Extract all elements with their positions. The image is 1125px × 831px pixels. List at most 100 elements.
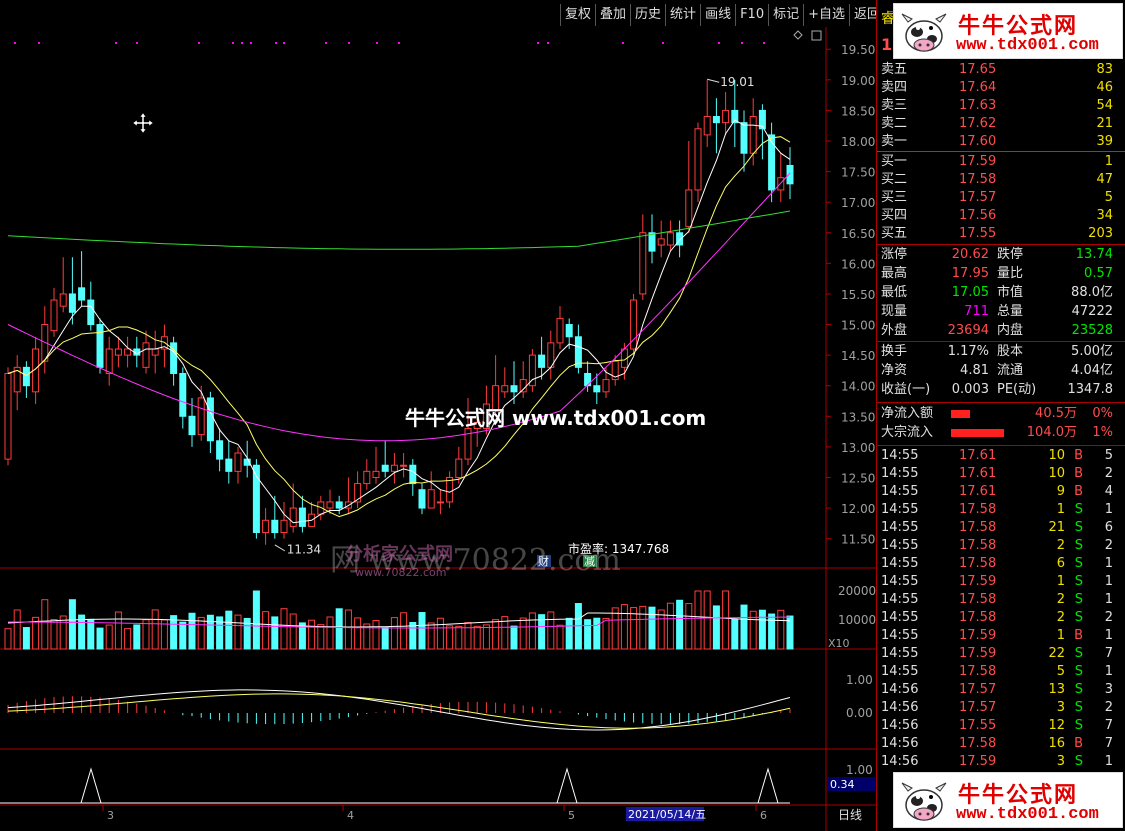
sell-volume: 54 [1096, 98, 1113, 113]
candle-body [565, 324, 573, 338]
toolbar-button-2[interactable]: 历史 [630, 4, 665, 26]
volume-bar [740, 604, 748, 650]
candle-body [105, 348, 113, 374]
flow-label: 净流入额 [881, 406, 934, 421]
tick-volume: 2 [1056, 592, 1065, 607]
volume-unit: X10 [828, 637, 850, 650]
tick-direction: B [1074, 484, 1083, 499]
signal-dot [537, 42, 539, 44]
tick-price: 17.58 [959, 502, 997, 517]
tick-price: 17.58 [959, 556, 997, 571]
signal-peak [757, 767, 779, 804]
volume-bar [372, 620, 380, 650]
toolbar-button-0[interactable]: 复权 [560, 4, 595, 26]
ma60-line [7, 172, 791, 442]
tick-direction: S [1074, 646, 1083, 661]
volume-bar [722, 590, 730, 650]
candle-body [703, 116, 711, 136]
candle-body [510, 385, 518, 393]
flow-bar [951, 410, 970, 418]
volume-bar [602, 617, 610, 650]
volume-bar [179, 621, 187, 650]
price-axis-label: 11.50 [841, 533, 875, 547]
volume-bar [188, 612, 196, 650]
tick-row: 14:56 17.57 3 S 2 [881, 699, 1117, 717]
signal-dot [763, 42, 765, 44]
buy-volume: 5 [1104, 190, 1113, 205]
buy-volume: 203 [1088, 226, 1113, 241]
tick-price: 17.58 [959, 664, 997, 679]
signal-dot [115, 42, 117, 44]
toolbar-button-3[interactable]: 统计 [665, 4, 700, 26]
candle-body [216, 440, 224, 460]
tick-count: 1 [1104, 664, 1113, 679]
tick-count: 1 [1104, 592, 1113, 607]
sell-price: 17.65 [959, 62, 997, 77]
tick-price: 17.59 [959, 574, 997, 589]
macd-dif-line [7, 689, 791, 731]
volume-bar [611, 607, 619, 650]
sell-price: 17.63 [959, 98, 997, 113]
candle-body [124, 348, 132, 356]
stat-row: 最高 17.95 量比 0.57 [881, 265, 1117, 283]
candle-body [685, 189, 693, 228]
signal-dot [547, 42, 549, 44]
stat-label: 最低 [881, 285, 908, 300]
signal-dot [622, 42, 624, 44]
volume-bar [768, 613, 776, 650]
stat-label: 现量 [881, 304, 908, 319]
sell-level: 卖一 17.60 39 [881, 133, 1117, 151]
faint-watermark-url: www.70822.com [355, 566, 447, 579]
tick-row: 14:55 17.58 1 S 1 [881, 501, 1117, 519]
signal-dot [376, 42, 378, 44]
buy-level: 买一 17.59 1 [881, 153, 1117, 171]
tick-count: 7 [1104, 736, 1113, 751]
sell-label: 卖二 [881, 116, 908, 131]
stat2-row: 换手 1.17% 股本 5.00亿 [881, 343, 1117, 361]
volume-bar [308, 619, 316, 650]
signal-dot [38, 42, 40, 44]
tick-time: 14:55 [881, 502, 919, 517]
tick-row: 14:56 17.57 13 S 3 [881, 681, 1117, 699]
toolbar-button-7[interactable]: +自选 [803, 4, 849, 26]
ma5-line [7, 119, 791, 524]
tick-row: 14:55 17.58 2 S 2 [881, 609, 1117, 627]
stat-label: 内盘 [997, 323, 1024, 338]
brand-watermark-bottom: 牛牛公式网 www.tdx001.com [893, 772, 1123, 828]
candle-body [381, 464, 389, 472]
volume-bar [252, 590, 260, 650]
candle-body [749, 116, 757, 154]
tick-price: 17.58 [959, 736, 997, 751]
volume-bar [565, 617, 573, 650]
buy-price: 17.58 [959, 172, 997, 187]
candle-body [68, 293, 76, 313]
stat-value: 23694 [947, 323, 989, 338]
tick-row: 14:56 17.58 16 B 7 [881, 735, 1117, 753]
tick-direction: B [1074, 448, 1083, 463]
tick-volume: 10 [1048, 466, 1065, 481]
buy-level: 买五 17.55 203 [881, 225, 1117, 243]
tick-time: 14:55 [881, 574, 919, 589]
tick-price: 17.58 [959, 538, 997, 553]
volume-bar [455, 625, 463, 650]
tick-direction: S [1074, 754, 1083, 769]
volume-bar [271, 616, 279, 650]
toolbar-button-4[interactable]: 画线 [700, 4, 735, 26]
volume-bar [510, 625, 518, 650]
stat2-row: 净资 4.81 流通 4.04亿 [881, 362, 1117, 380]
toolbar-button-5[interactable]: F10 [735, 4, 768, 26]
volume-bar [657, 609, 665, 650]
tick-price: 17.57 [959, 682, 997, 697]
quote-panel: 睿 17 卖五17.6583卖四17.6446卖三17.6354卖二17.622… [876, 0, 1125, 831]
candle-body [501, 385, 509, 393]
tick-row: 14:55 17.58 6 S 1 [881, 555, 1117, 573]
brand-url: www.tdx001.com [956, 805, 1099, 824]
tick-time: 14:56 [881, 754, 919, 769]
center-watermark: 牛牛公式网 www.tdx001.com [405, 406, 707, 430]
toolbar-button-6[interactable]: 标记 [768, 4, 803, 26]
toolbar-button-1[interactable]: 叠加 [595, 4, 630, 26]
volume-bar [758, 609, 766, 650]
tick-time: 14:55 [881, 664, 919, 679]
tick-count: 5 [1104, 448, 1113, 463]
volume-bar [114, 611, 122, 650]
